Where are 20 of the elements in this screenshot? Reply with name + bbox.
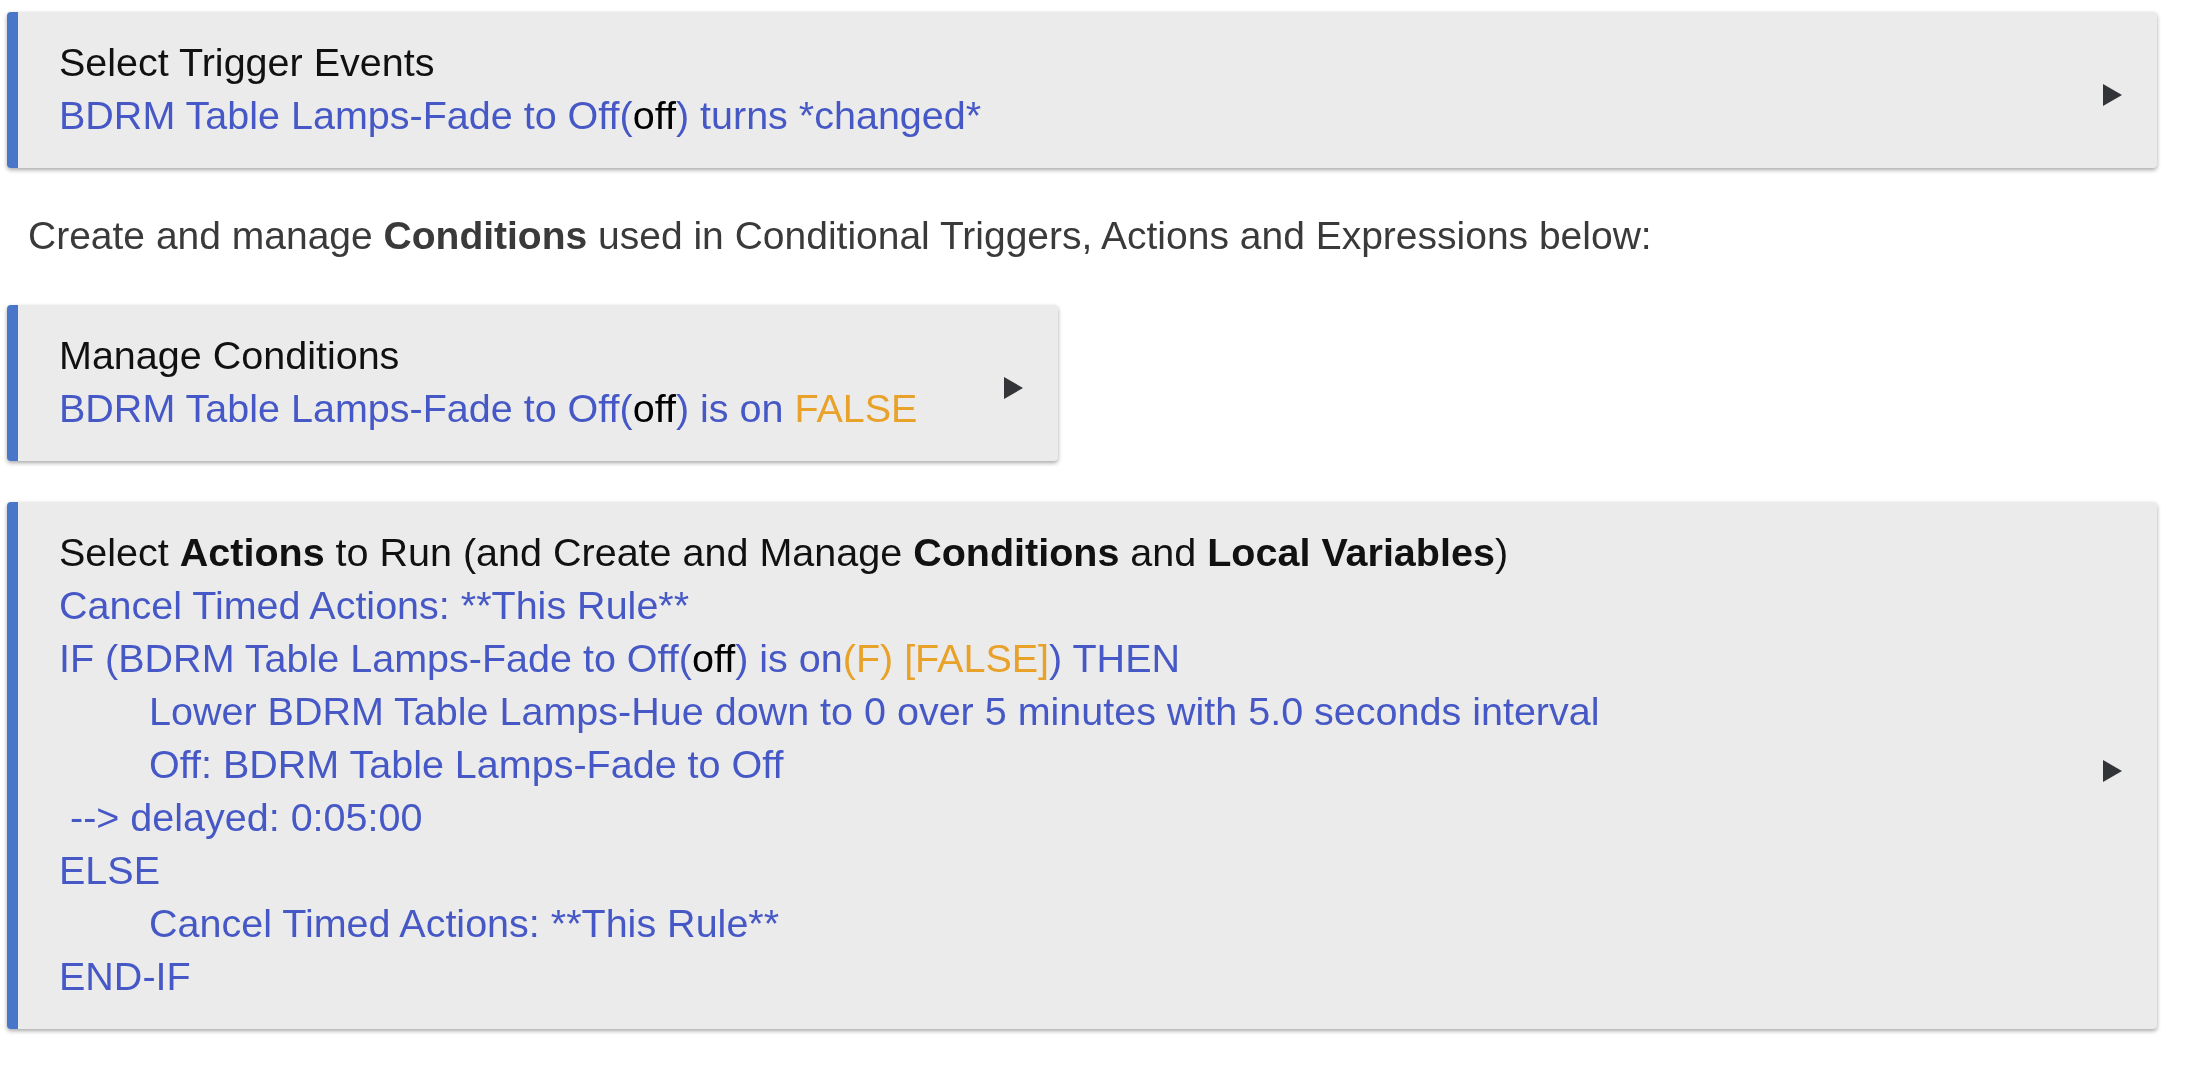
section-detail-line: BDRM Table Lamps-Fade to Off(off) is on FALSE — [59, 385, 918, 432]
caret-icon[interactable] — [2103, 84, 2122, 106]
section-title: Select Actions to Run (and Create and Manage Conditions and Local Variables) — [59, 529, 1509, 576]
section-detail-line: END-IF — [59, 953, 191, 1000]
section-detail-line: --> delayed: 0:05:00 — [68, 794, 423, 841]
section-detail-line: Off: BDRM Table Lamps-Fade to Off — [149, 741, 784, 788]
section-title: Manage Conditions — [59, 332, 400, 379]
rule-section-card[interactable] — [7, 502, 2157, 1029]
caret-icon[interactable] — [1004, 377, 1024, 399]
caret-icon[interactable] — [2103, 759, 2122, 782]
conditions-description: Create and manage Conditions used in Conditional Triggers, Actions and Expressions below: — [28, 213, 1652, 259]
section-detail-line: Lower BDRM Table Lamps-Hue down to 0 over 5 minutes with 5.0 seconds interval — [149, 688, 1600, 735]
section-detail-line: IF (BDRM Table Lamps-Fade to Off(off) is on(F) [FALSE]) THEN — [59, 635, 1180, 682]
section-title: Select Trigger Events — [59, 39, 435, 86]
section-detail-line: ELSE — [59, 847, 160, 894]
rule-section-card[interactable]: Manage Conditions BDRM Table Lamps-Fade to Off(off) is on FALSE — [7, 305, 1059, 461]
rule-section-card[interactable]: Select Trigger Events BDRM Table Lamps-Fade to Off(off) turns *changed* — [7, 12, 2157, 168]
section-detail-line: Cancel Timed Actions: **This Rule** — [59, 582, 690, 629]
section-detail-line: BDRM Table Lamps-Fade to Off(off) turns *changed* — [59, 92, 982, 139]
section-detail-line: Cancel Timed Actions: **This Rule** — [149, 900, 780, 947]
